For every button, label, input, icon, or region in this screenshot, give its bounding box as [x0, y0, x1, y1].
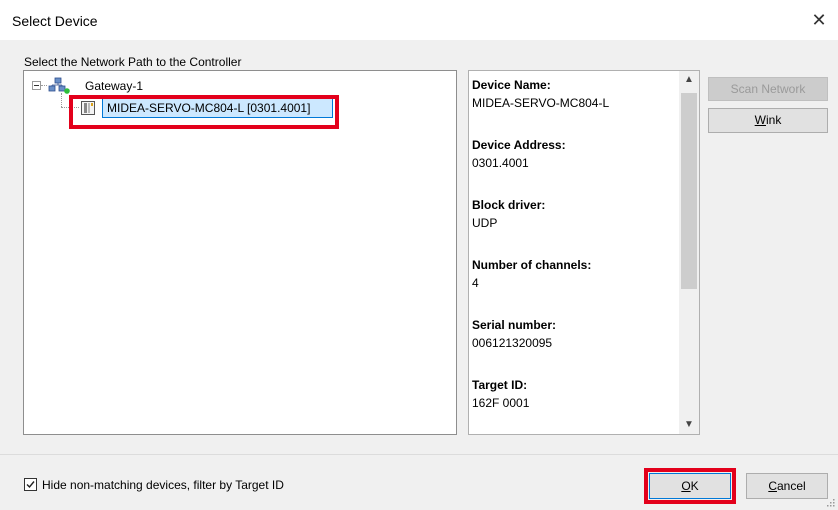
detail-item: Target ID: 162F 0001: [472, 377, 676, 413]
detail-value: 0301.4001: [472, 156, 529, 170]
tree-connector: [61, 107, 79, 108]
detail-value: UDP: [472, 216, 498, 230]
tree-connector: [61, 93, 62, 107]
scroll-down-icon[interactable]: ▼: [679, 416, 699, 434]
detail-key: Target ID:: [472, 378, 528, 392]
wink-mnemonic: W: [754, 113, 766, 127]
cancel-mnemonic: C: [768, 479, 777, 493]
window-title: Select Device: [12, 13, 98, 29]
detail-key: Block driver:: [472, 198, 546, 212]
detail-item: Block driver: UDP: [472, 197, 676, 233]
details-scrollbar[interactable]: ▲ ▼: [679, 71, 699, 434]
tree-connector: [41, 85, 47, 86]
gateway-network-icon: [48, 77, 70, 94]
detail-item: Device Name: MIDEA-SERVO-MC804-L: [472, 77, 676, 113]
ok-label-rest: K: [690, 479, 699, 493]
filter-checkbox[interactable]: [24, 478, 37, 491]
filter-checkbox-label[interactable]: Hide non-matching devices, filter by Tar…: [42, 478, 284, 492]
device-details-panel: Device Name: MIDEA-SERVO-MC804-L Device Ad…: [468, 70, 700, 435]
detail-value: 4: [472, 276, 479, 290]
detail-key: Serial number:: [472, 318, 557, 332]
detail-item: Serial number: 006121320095: [472, 317, 676, 353]
wink-button[interactable]: Wink: [708, 108, 828, 133]
network-path-label: Select the Network Path to the Controlle…: [24, 55, 242, 69]
check-icon: [26, 481, 35, 489]
detail-value: MIDEA-SERVO-MC804-L: [472, 96, 610, 110]
controller-device-icon: [81, 101, 95, 115]
ok-mnemonic: O: [681, 479, 691, 493]
detail-key: Number of channels:: [472, 258, 592, 272]
wink-label-rest: ink: [765, 113, 782, 127]
tree-item-device[interactable]: MIDEA-SERVO-MC804-L [0301.4001]: [102, 98, 333, 118]
resize-grip-icon[interactable]: [825, 497, 835, 507]
close-icon[interactable]: ✕: [806, 8, 832, 32]
cancel-label-rest: ancel: [776, 479, 806, 493]
detail-value: 162F 0001: [472, 396, 530, 410]
detail-item: Device Address: 0301.4001: [472, 137, 676, 173]
detail-value: 006121320095: [472, 336, 553, 350]
scan-network-button[interactable]: Scan Network: [708, 77, 828, 101]
collapse-icon[interactable]: [32, 81, 41, 90]
scroll-up-icon[interactable]: ▲: [679, 71, 699, 89]
detail-key: Device Name:: [472, 78, 551, 92]
scroll-thumb[interactable]: [681, 93, 697, 289]
footer-divider: [0, 454, 838, 455]
network-tree[interactable]: Gateway-1 MIDEA-SERVO-MC804-L [0301.4001…: [23, 70, 457, 435]
cancel-button[interactable]: Cancel: [746, 473, 828, 499]
tree-item-gateway[interactable]: Gateway-1: [85, 79, 143, 93]
title-bar: Select Device ✕: [0, 0, 838, 40]
detail-key: Device Address:: [472, 138, 566, 152]
detail-item: Number of channels: 4: [472, 257, 676, 293]
ok-button[interactable]: OK: [649, 473, 731, 499]
device-details-list: Device Name: MIDEA-SERVO-MC804-L Device Ad…: [472, 77, 676, 434]
